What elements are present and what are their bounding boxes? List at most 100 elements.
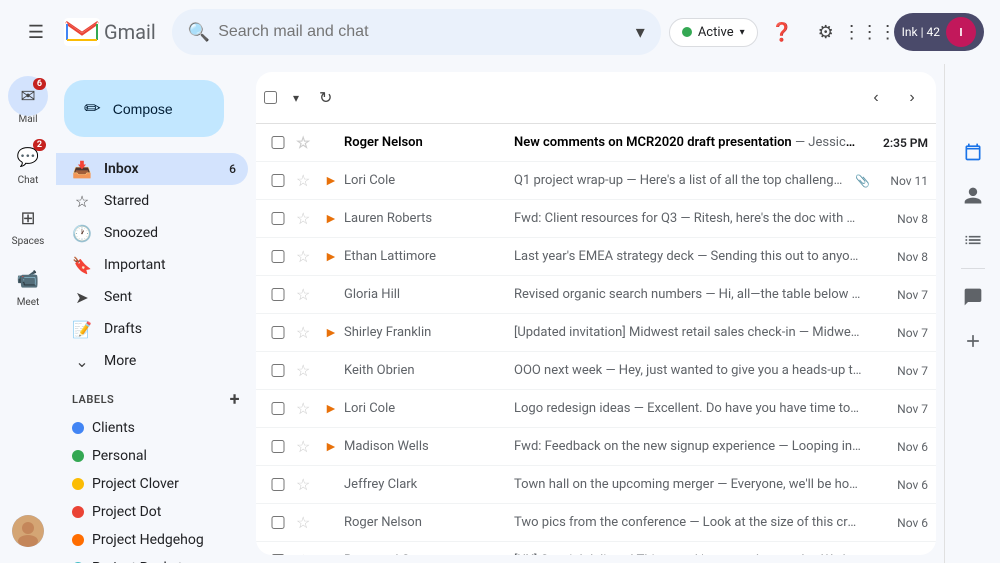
- email-row[interactable]: ☆ ► Lori Cole Q1 project wrap-up — Here'…: [256, 162, 936, 200]
- sender-name: Jeffrey Clark: [344, 477, 514, 492]
- mail-icon-btn[interactable]: ✉ 6: [8, 76, 48, 116]
- email-row[interactable]: ☆ ► Roger Nelson Two pics from the confe…: [256, 504, 936, 542]
- email-time: Nov 7: [878, 402, 928, 416]
- settings-button[interactable]: ⚙: [806, 12, 846, 52]
- row-checkbox[interactable]: [268, 174, 288, 187]
- label-project-dot[interactable]: Project Dot: [56, 498, 256, 526]
- spaces-icon-btn[interactable]: ⊞: [8, 198, 48, 238]
- next-page-button[interactable]: ›: [896, 82, 928, 114]
- label-personal[interactable]: Personal: [56, 442, 256, 470]
- rp-add-icon[interactable]: [953, 321, 993, 361]
- row-checkbox[interactable]: [268, 212, 288, 225]
- star-icon[interactable]: ☆: [296, 133, 316, 152]
- label-project-hedgehog[interactable]: Project Hedgehog: [56, 526, 256, 554]
- row-checkbox[interactable]: [268, 288, 288, 301]
- star-icon[interactable]: ☆: [296, 475, 316, 494]
- row-checkbox[interactable]: [268, 364, 288, 377]
- side-nav-user-avatar[interactable]: [12, 511, 44, 551]
- row-checkbox[interactable]: [268, 516, 288, 529]
- starred-label: Starred: [104, 193, 149, 209]
- chat-icon-btn[interactable]: 💬 2: [8, 137, 48, 177]
- star-icon[interactable]: ☆: [296, 285, 316, 304]
- search-input[interactable]: [218, 23, 628, 41]
- mail-icon: ✉: [20, 86, 35, 107]
- account-switcher[interactable]: Ink | 42 I: [894, 13, 984, 51]
- sidebar-item-important[interactable]: 🔖 Important: [56, 249, 248, 281]
- label-project-rocket[interactable]: Project Rocket: [56, 554, 256, 563]
- label-clients[interactable]: Clients: [56, 414, 256, 442]
- email-time: Nov 7: [878, 288, 928, 302]
- email-subject: Last year's EMEA strategy deck — Sending…: [514, 249, 862, 264]
- sidebar-item-starred[interactable]: ☆ Starred: [56, 185, 248, 217]
- star-icon[interactable]: ☆: [296, 171, 316, 190]
- star-icon[interactable]: ☆: [296, 247, 316, 266]
- rp-contacts-icon[interactable]: [953, 176, 993, 216]
- email-subject: Q1 project wrap-up — Here's a list of al…: [514, 173, 847, 188]
- side-nav-spaces[interactable]: ⊞ Spaces: [8, 194, 48, 251]
- email-row[interactable]: ☆ ► Madison Wells Fwd: Feedback on the n…: [256, 428, 936, 466]
- sidebar-item-more1[interactable]: ⌄ More: [56, 345, 248, 377]
- sidebar-item-snoozed[interactable]: 🕐 Snoozed: [56, 217, 248, 249]
- attachment-icon: 📎: [855, 174, 870, 188]
- inbox-icon: 📥: [72, 160, 92, 179]
- hamburger-menu[interactable]: ☰: [16, 12, 56, 52]
- email-row[interactable]: ☆ ► Jeffrey Clark Town hall on the upcom…: [256, 466, 936, 504]
- status-pill[interactable]: Active ▾: [669, 18, 758, 47]
- compose-button[interactable]: ✏ Compose: [64, 80, 224, 137]
- email-time: Nov 7: [878, 364, 928, 378]
- sidebar-item-sent[interactable]: ➤ Sent: [56, 281, 248, 313]
- row-checkbox[interactable]: [268, 478, 288, 491]
- rp-tasks-icon[interactable]: [953, 220, 993, 260]
- drafts-label: Drafts: [104, 321, 142, 337]
- user-avatar-small[interactable]: [12, 515, 44, 547]
- email-row[interactable]: ☆ ► Ethan Lattimore Last year's EMEA str…: [256, 238, 936, 276]
- email-subject: [Updated invitation] Midwest retail sale…: [514, 325, 862, 340]
- prev-page-button[interactable]: ‹: [860, 82, 892, 114]
- email-time: 2:35 PM: [878, 136, 928, 150]
- avatar[interactable]: I: [946, 17, 976, 47]
- row-checkbox[interactable]: [268, 250, 288, 263]
- search-dropdown-icon[interactable]: ▾: [636, 22, 645, 43]
- rp-calendar-icon[interactable]: [953, 132, 993, 172]
- email-row[interactable]: ☆ ► Lori Cole Logo redesign ideas — Exce…: [256, 390, 936, 428]
- email-row[interactable]: ☆ ► Shirley Franklin [Updated invitation…: [256, 314, 936, 352]
- row-checkbox[interactable]: [268, 440, 288, 453]
- star-icon[interactable]: ☆: [296, 323, 316, 342]
- rp-chat-icon[interactable]: [953, 277, 993, 317]
- row-checkbox[interactable]: [268, 136, 288, 149]
- gmail-text: Gmail: [104, 20, 156, 44]
- row-checkbox[interactable]: [268, 554, 288, 555]
- email-row[interactable]: ☆ ► Gloria Hill Revised organic search n…: [256, 276, 936, 314]
- star-icon[interactable]: ☆: [296, 551, 316, 555]
- star-icon[interactable]: ☆: [296, 437, 316, 456]
- add-label-icon[interactable]: +: [230, 389, 240, 410]
- sidebar-item-inbox[interactable]: 📥 Inbox 6: [56, 153, 248, 185]
- star-icon[interactable]: ☆: [296, 361, 316, 380]
- refresh-button[interactable]: ↻: [311, 82, 340, 114]
- chat-badge: 2: [33, 139, 46, 151]
- row-checkbox[interactable]: [268, 326, 288, 339]
- starred-icon: ☆: [72, 192, 92, 211]
- email-row[interactable]: ☆ ► Raymond Santos [UX] Special delivery…: [256, 542, 936, 555]
- select-dropdown-button[interactable]: ▾: [285, 85, 307, 111]
- star-icon[interactable]: ☆: [296, 209, 316, 228]
- search-bar[interactable]: 🔍 ▾: [172, 9, 661, 55]
- sidebar-item-drafts[interactable]: 📝 Drafts: [56, 313, 248, 345]
- side-nav-meet[interactable]: 📹 Meet: [8, 255, 48, 312]
- star-icon[interactable]: ☆: [296, 399, 316, 418]
- body-row: ✉ 6 Mail 💬 2 Chat ⊞ Spaces 📹: [0, 64, 1000, 563]
- meet-icon-btn[interactable]: 📹: [8, 259, 48, 299]
- label-dot-text: Project Dot: [92, 504, 161, 520]
- help-button[interactable]: ❓: [762, 12, 802, 52]
- email-row[interactable]: ☆ ► Lauren Roberts Fwd: Client resources…: [256, 200, 936, 238]
- select-all-checkbox[interactable]: [264, 91, 277, 104]
- apps-button[interactable]: ⋮⋮⋮: [850, 12, 890, 52]
- email-row[interactable]: ☆ ► Roger Nelson New comments on MCR2020…: [256, 124, 936, 162]
- side-nav-chat[interactable]: 💬 2 Chat: [8, 133, 48, 190]
- side-nav-mail[interactable]: ✉ 6 Mail: [8, 72, 48, 129]
- label-project-clover[interactable]: Project Clover: [56, 470, 256, 498]
- label-clients-text: Clients: [92, 420, 135, 436]
- email-row[interactable]: ☆ ► Keith Obrien OOO next week — Hey, ju…: [256, 352, 936, 390]
- row-checkbox[interactable]: [268, 402, 288, 415]
- star-icon[interactable]: ☆: [296, 513, 316, 532]
